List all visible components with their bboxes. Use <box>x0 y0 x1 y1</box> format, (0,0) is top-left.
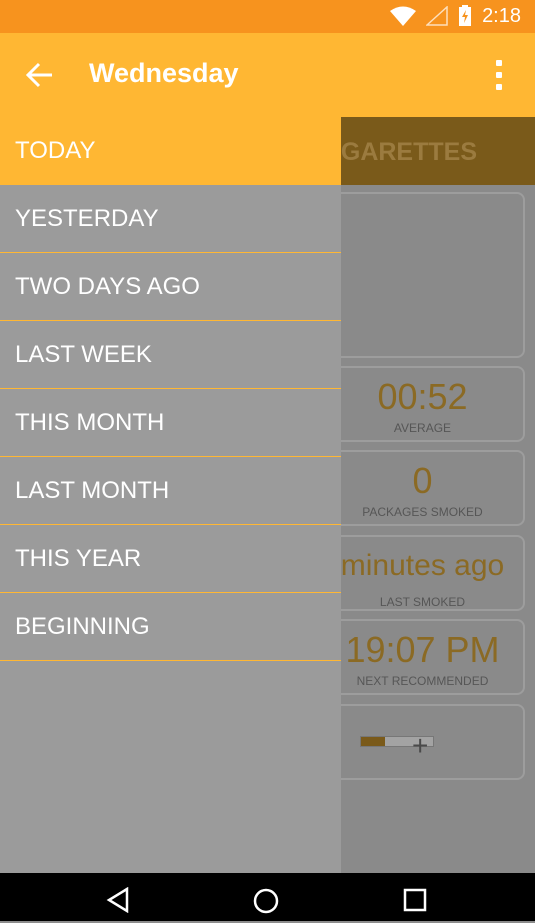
signal-icon <box>426 6 448 26</box>
average-label: AVERAGE <box>393 421 452 435</box>
nav-back-button[interactable] <box>98 887 138 923</box>
wifi-icon <box>390 6 417 26</box>
drawer-item-yesterday[interactable]: YESTERDAY <box>0 185 341 253</box>
average-value: 00:52 <box>377 376 468 417</box>
chart-card <box>316 192 525 358</box>
progress-fill <box>361 737 385 746</box>
next-recommended-label: NEXT RECOMMENDED <box>356 674 489 688</box>
drawer-item-this-year[interactable]: THIS YEAR <box>0 525 341 593</box>
system-nav-bar <box>0 873 535 921</box>
packages-value: 0 <box>412 460 433 501</box>
nav-recents-button[interactable] <box>395 887 435 923</box>
add-cigarette-card[interactable]: + <box>316 704 525 780</box>
status-bar: 2:18 <box>0 0 535 33</box>
plus-icon: + <box>412 730 429 761</box>
app-bar: Wednesday <box>0 33 535 117</box>
triangle-back-icon <box>106 887 129 913</box>
navigation-drawer: TODAY YESTERDAY TWO DAYS AGO LAST WEEK THIS … <box>0 117 341 873</box>
next-recommended-value: 19:07 PM <box>345 629 500 670</box>
last-smoked-value: minutes ago <box>340 549 505 582</box>
drawer-item-this-month[interactable]: THIS MONTH <box>0 389 341 457</box>
last-smoked-label: LAST SMOKED <box>379 595 466 609</box>
drawer-item-last-week[interactable]: LAST WEEK <box>0 321 341 389</box>
packages-label: PACKAGES SMOKED <box>362 505 483 519</box>
battery-charging-icon <box>459 5 472 26</box>
average-card: 00:52 AVERAGE <box>316 366 525 442</box>
status-time: 2:18 <box>482 4 521 27</box>
drawer-item-beginning[interactable]: BEGINNING <box>0 593 341 661</box>
arrow-left-icon <box>26 62 52 88</box>
next-recommended-card: 19:07 PM NEXT RECOMMENDED <box>316 619 525 695</box>
last-smoked-card: minutes ago LAST SMOKED <box>316 535 525 611</box>
more-vert-icon <box>496 60 502 66</box>
overflow-menu-button[interactable] <box>487 57 511 93</box>
drawer-item-two-days-ago[interactable]: TWO DAYS AGO <box>0 253 341 321</box>
nav-home-button[interactable] <box>246 887 286 923</box>
drawer-item-today[interactable]: TODAY <box>0 117 341 185</box>
back-button[interactable] <box>22 57 58 93</box>
circle-home-icon <box>253 888 279 914</box>
drawer-item-last-month[interactable]: LAST MONTH <box>0 457 341 525</box>
page-title: Wednesday <box>89 58 239 88</box>
packages-card: 0 PACKAGES SMOKED <box>316 450 525 526</box>
square-recents-icon <box>403 888 427 912</box>
